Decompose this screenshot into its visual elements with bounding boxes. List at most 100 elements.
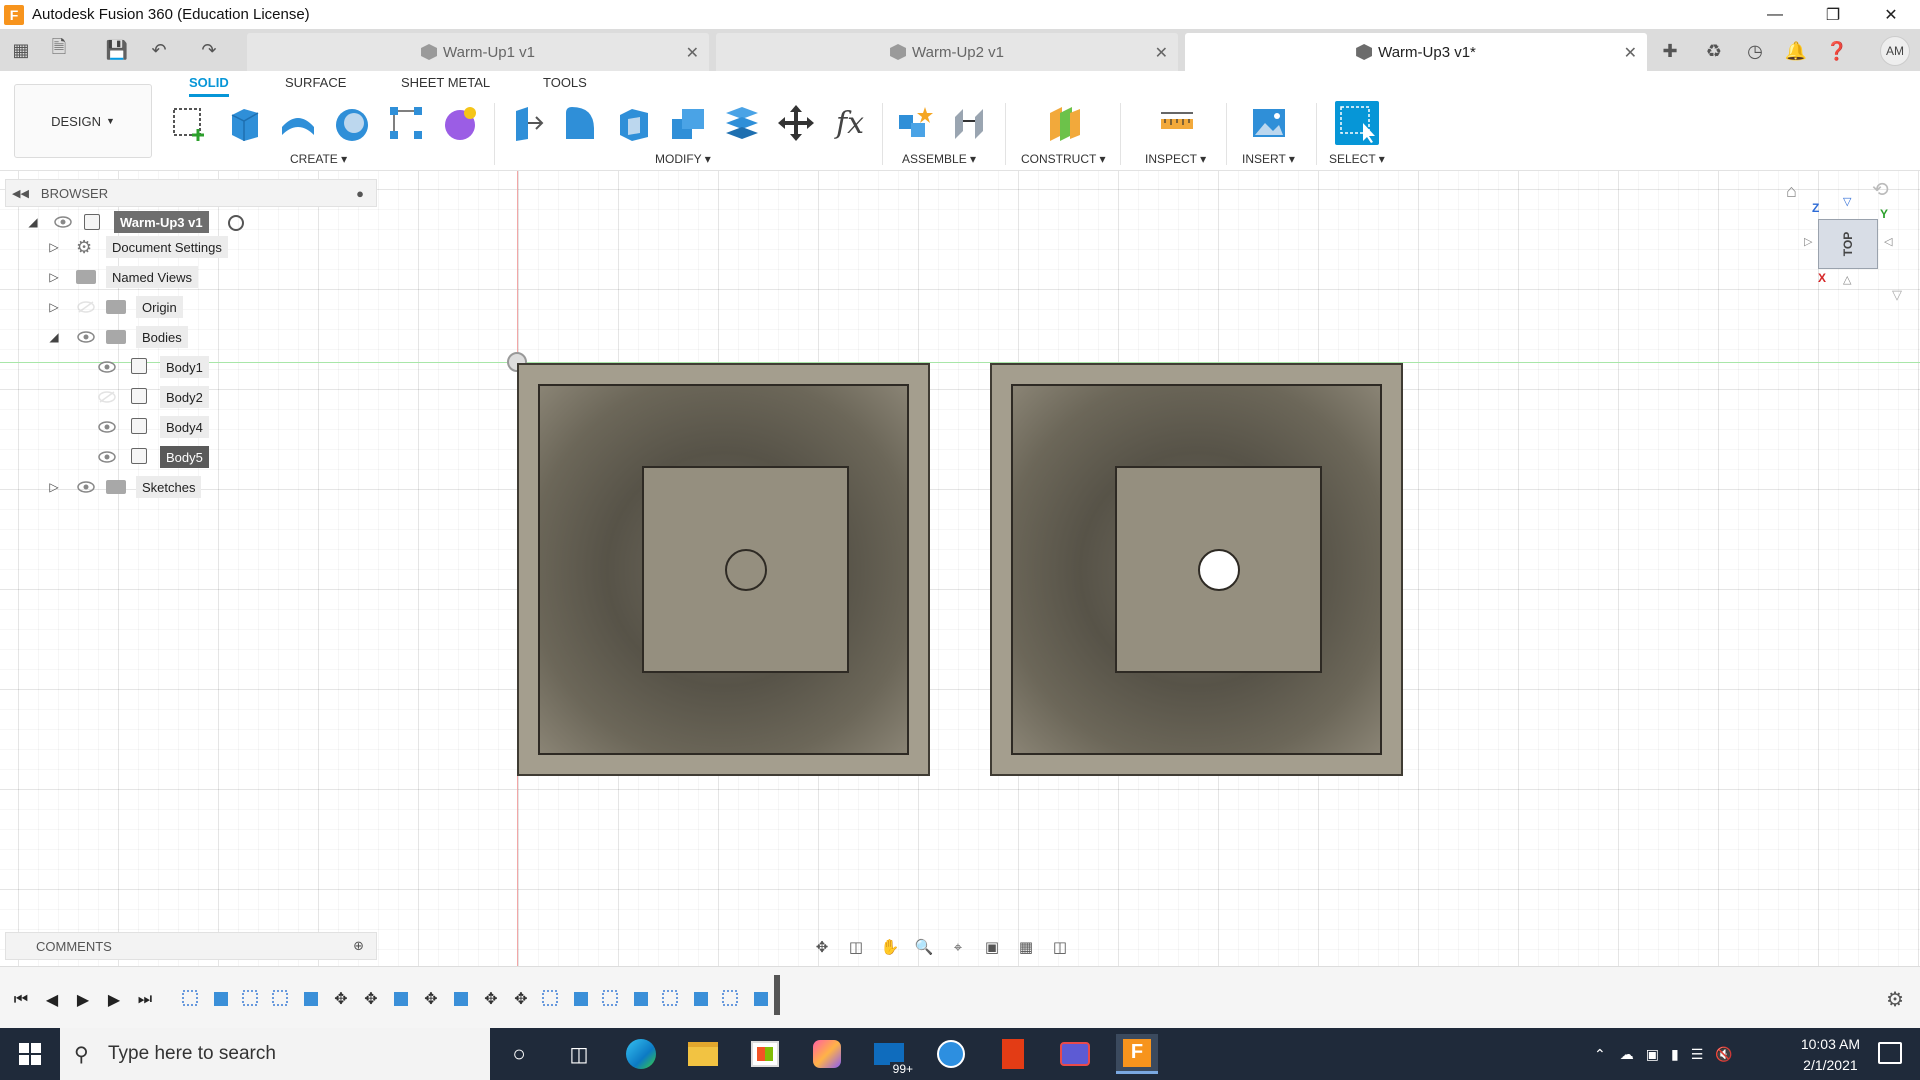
center-boss[interactable] [642,466,849,673]
eye-icon[interactable] [98,450,116,464]
chevron-up-icon[interactable]: ⌃ [1594,1046,1606,1063]
tab-warm-up3[interactable]: Warm-Up3 v1* ✕ [1185,33,1647,71]
microsoft-store-icon[interactable] [744,1034,786,1074]
blind-hole[interactable] [725,549,767,591]
split-body-tool[interactable] [720,101,764,145]
file-menu-icon[interactable]: 🗎 [46,37,72,63]
viewcube-menu-icon[interactable]: ▽ [1892,287,1902,303]
browser-item-body1[interactable]: Body1 [160,356,209,378]
activate-radio-icon[interactable] [228,215,244,231]
combine-tool[interactable] [666,101,710,145]
extrude-tool[interactable] [222,101,266,145]
tab-warm-up2[interactable]: Warm-Up2 v1 ✕ [716,33,1178,71]
job-status-icon[interactable]: ◷ [1741,37,1769,65]
timeline-feature-move-icon[interactable]: ✥ [330,988,352,1010]
collapse-panel-icon[interactable]: ◀◀ [12,187,29,200]
grid-settings-icon[interactable]: ▦ [1014,936,1038,958]
rectangular-pattern-tool[interactable] [384,101,428,145]
eye-hidden-icon[interactable] [77,300,95,314]
screen-capture-app-icon[interactable] [1054,1034,1096,1074]
create-sketch-tool[interactable] [168,101,212,145]
through-hole[interactable] [1198,549,1240,591]
cortana-icon[interactable]: ○ [498,1034,540,1074]
add-comment-icon[interactable]: ⊕ [353,938,364,954]
group-inspect[interactable]: INSPECT ▾ [1145,152,1206,166]
new-tab-plus-icon[interactable]: ✚ [1656,37,1684,65]
go-to-start-icon[interactable]: ⏮ [10,989,32,1011]
timeline-feature-split-icon[interactable] [450,988,472,1010]
volume-muted-icon[interactable]: 🔇 [1715,1046,1732,1063]
security-icon[interactable]: ▣ [1646,1046,1659,1063]
minimize-button[interactable]: — [1746,0,1804,29]
timeline-marker[interactable] [774,975,780,1015]
browser-item-body4[interactable]: Body4 [160,416,209,438]
group-select[interactable]: SELECT ▾ [1329,152,1385,166]
joint-tool[interactable] [947,101,991,145]
browser-item-body5[interactable]: Body5 [160,446,209,468]
timeline-feature-move-icon[interactable]: ✥ [480,988,502,1010]
shell-tool[interactable] [612,101,656,145]
zoom-icon[interactable]: 🔍 [912,936,936,958]
expand-triangle-icon[interactable]: ▷ [47,240,61,254]
edge-browser-icon[interactable] [620,1034,662,1074]
rotate-view-icon[interactable]: ⟲ [1872,177,1889,202]
pan-hand-icon[interactable]: ✋ [878,936,902,958]
eye-hidden-icon[interactable] [98,390,116,404]
fillet-tool[interactable] [558,101,602,145]
file-explorer-icon[interactable] [682,1034,724,1074]
timeline-feature-sketch-icon[interactable] [540,988,562,1010]
measure-tool[interactable] [1155,101,1199,145]
taskbar-search-box[interactable]: ⚲ Type here to search [60,1028,490,1080]
browser-item-sketches[interactable]: Sketches [136,476,202,498]
notifications-bell-icon[interactable]: 🔔 [1782,37,1810,65]
browser-item-named-views[interactable]: Named Views [106,266,198,288]
orbit-icon[interactable]: ✥ [810,936,834,958]
timeline-feature-move-icon[interactable]: ✥ [510,988,532,1010]
restore-button[interactable]: ❐ [1804,0,1862,29]
select-tool[interactable] [1335,101,1379,145]
play-icon[interactable]: ▶ [72,989,94,1011]
group-assemble[interactable]: ASSEMBLE ▾ [902,152,976,166]
expand-triangle-icon[interactable]: ▷ [47,270,61,284]
undo-icon[interactable]: ↶ [146,37,172,63]
insert-canvas-tool[interactable] [1247,101,1291,145]
action-center-icon[interactable] [1878,1042,1902,1064]
move-copy-tool[interactable] [774,101,818,145]
close-tab-icon[interactable]: ✕ [686,43,699,63]
change-parameters-tool[interactable]: fx [828,101,872,145]
browser-root-label[interactable]: Warm-Up3 v1 [114,211,209,233]
browser-item-bodies[interactable]: Bodies [136,326,188,348]
mail-app-icon[interactable]: 99+ [868,1034,916,1076]
timeline-feature-extrude-icon[interactable] [300,988,322,1010]
timeline-feature-move-icon[interactable]: ✥ [360,988,382,1010]
tab-warm-up1[interactable]: Warm-Up1 v1 ✕ [247,33,709,71]
offset-plane-tool[interactable] [1042,101,1086,145]
help-icon[interactable]: ❓ [1823,37,1851,65]
workspace-switcher-button[interactable]: DESIGN ▼ [14,84,152,158]
close-window-button[interactable]: ✕ [1862,0,1920,29]
data-panel-grid-icon[interactable]: ▦ [8,37,34,63]
timeline-feature-extrude-icon[interactable] [690,988,712,1010]
pocket-cavity[interactable] [538,384,909,755]
go-to-end-icon[interactable]: ⏭ [134,989,156,1011]
taskbar-clock[interactable]: 10:03 AM 2/1/2021 [1801,1034,1860,1076]
press-pull-tool[interactable] [504,101,548,145]
center-boss[interactable] [1115,466,1322,673]
timeline-feature-extrude-icon[interactable] [570,988,592,1010]
viewcube-arrow-right-icon[interactable]: ◁ [1884,235,1892,248]
create-form-tool[interactable] [438,101,482,145]
photos-app-icon[interactable] [806,1034,848,1074]
timeline-feature-sketch-icon[interactable] [180,988,202,1010]
browser-item-origin[interactable]: Origin [136,296,183,318]
viewcube[interactable]: TOP [1818,219,1878,269]
browser-item-document-settings[interactable]: Document Settings [106,236,228,258]
tab-solid[interactable]: SOLID [189,75,229,97]
graphics-canvas[interactable]: ⌂ ⟲ TOP Z Y X ▽ △ ▷ ◁ ▽ ◀◀ BROWSER ● ◢ W… [0,171,1920,966]
minus-circle-icon[interactable]: ● [356,186,364,201]
viewports-icon[interactable]: ◫ [1048,936,1072,958]
look-at-icon[interactable]: ◫ [844,936,868,958]
timeline-feature-shell-icon[interactable] [390,988,412,1010]
step-back-icon[interactable]: ◀ [41,989,63,1011]
group-create[interactable]: CREATE ▾ [290,152,347,166]
timeline-feature-sketch-icon[interactable] [600,988,622,1010]
